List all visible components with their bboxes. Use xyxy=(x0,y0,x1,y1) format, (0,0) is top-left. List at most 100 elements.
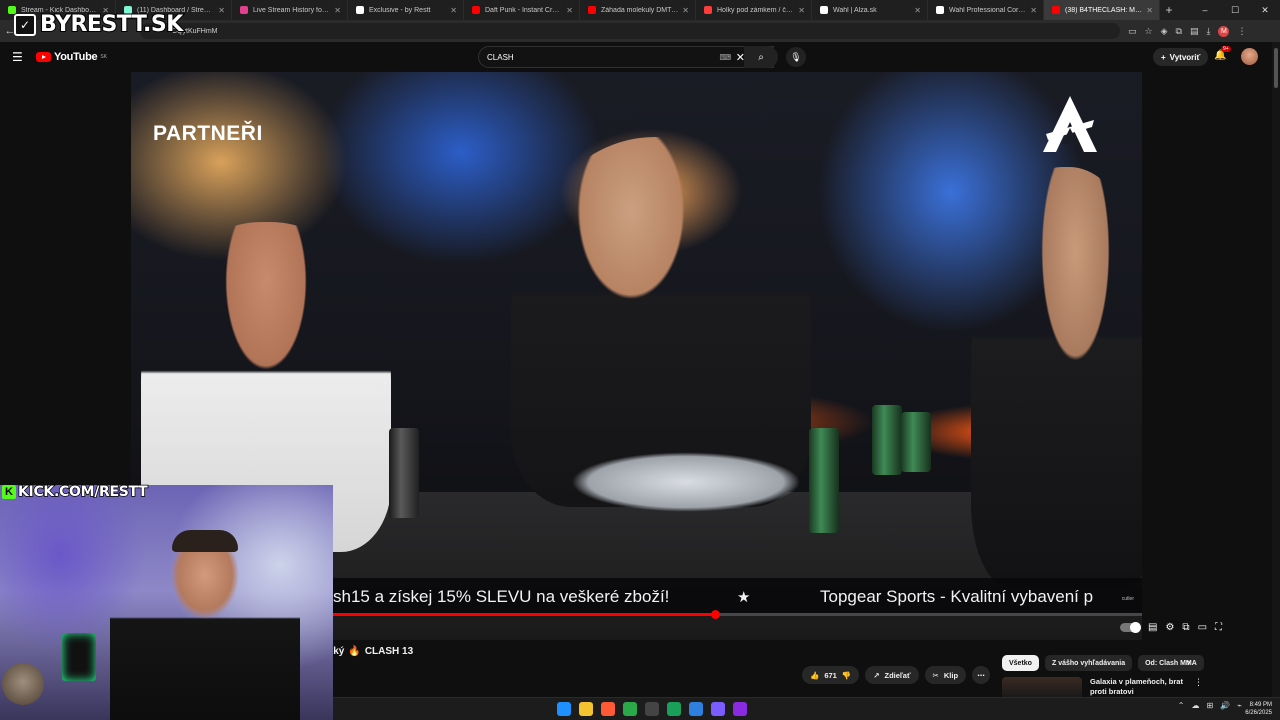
notifications-button[interactable]: 🔔 9+ xyxy=(1214,46,1231,61)
filter-chip[interactable]: Všetko xyxy=(1002,655,1039,671)
screen: Stream - Kick Dashboard ✕ (11) Dashboard /… xyxy=(0,0,1280,720)
taskbar-app-icon[interactable] xyxy=(645,702,659,716)
search-button[interactable]: ⌕ xyxy=(744,46,778,68)
cast-icon[interactable]: ▭ xyxy=(1128,26,1137,37)
youtube-logo[interactable]: YouTube SK xyxy=(36,51,107,63)
volume-icon[interactable]: 🔊 xyxy=(1220,701,1230,710)
tab-favicon-icon xyxy=(356,6,364,14)
maximize-icon[interactable]: ☐ xyxy=(1220,5,1250,16)
url-field[interactable]: CQytKuFHmM xyxy=(140,23,1120,39)
more-vertical-icon[interactable]: ⋮ xyxy=(1194,677,1203,688)
share-label: Zdieľať xyxy=(884,670,911,680)
thumbs-down-icon[interactable]: 👎 xyxy=(842,671,851,680)
browser-tab[interactable]: Holky pod zámkem / část 1 -✕ xyxy=(696,0,812,20)
video-can xyxy=(872,405,902,475)
chevron-right-icon[interactable]: › xyxy=(1187,657,1190,668)
autoplay-toggle[interactable] xyxy=(1120,621,1141,633)
create-button[interactable]: + Vytvoriť xyxy=(1153,48,1209,66)
download-icon[interactable]: ⤓ xyxy=(1206,26,1210,37)
thumbs-up-icon: 👍 xyxy=(810,670,820,680)
account-avatar[interactable] xyxy=(1241,48,1258,65)
browser-tab[interactable]: Daft Punk - Instant Crush (Vid✕ xyxy=(464,0,580,20)
voice-search-button[interactable]: 🎙 xyxy=(786,47,806,67)
tab-title: (38) B4THECLASH: Mavgr xyxy=(1065,6,1143,14)
extensions-puzzle-icon[interactable]: ⧉ xyxy=(1176,26,1182,37)
tab-close-icon[interactable]: ✕ xyxy=(798,6,805,15)
network-icon[interactable]: ⊞ xyxy=(1207,701,1214,710)
tab-title: Holky pod zámkem / část 1 - xyxy=(717,6,795,14)
tab-close-icon[interactable]: ✕ xyxy=(1146,6,1153,15)
window-close-icon[interactable]: ✕ xyxy=(1250,5,1280,16)
tab-close-icon[interactable]: ✕ xyxy=(450,6,457,15)
tab-close-icon[interactable]: ✕ xyxy=(334,6,341,15)
window-controls: – ☐ ✕ xyxy=(1190,0,1280,20)
tab-close-icon[interactable]: ✕ xyxy=(914,6,921,15)
filter-chip[interactable]: Z vášho vyhľadávania xyxy=(1044,655,1133,671)
taskbar-apps xyxy=(557,702,747,716)
taskbar-app-icon[interactable] xyxy=(601,702,615,716)
taskbar-app-icon[interactable] xyxy=(711,702,725,716)
power-icon[interactable]: ⌁ xyxy=(1237,701,1242,710)
tab-close-icon[interactable]: ✕ xyxy=(1030,6,1037,15)
new-tab-button[interactable]: + xyxy=(1160,3,1178,17)
fire-icon: 🔥 xyxy=(348,646,361,657)
video-can xyxy=(809,428,839,533)
bookmark-star-icon[interactable]: ☆ xyxy=(1145,26,1153,37)
recommended-video-thumbnail[interactable] xyxy=(1002,677,1082,697)
tab-favicon-icon xyxy=(820,6,828,14)
miniplayer-icon[interactable]: ⧉ xyxy=(1182,622,1189,633)
browser-tab[interactable]: Exclusive - by Restt ✕ xyxy=(348,0,464,20)
watermark-check-icon: ✓ xyxy=(14,13,36,36)
browser-profile-avatar[interactable]: M xyxy=(1218,25,1230,37)
settings-gear-icon[interactable]: ⚙ xyxy=(1165,622,1174,633)
sidebar-icon[interactable]: ▤ xyxy=(1190,26,1199,37)
theater-mode-icon[interactable]: ▭ xyxy=(1198,622,1207,633)
browser-tab[interactable]: (38) B4THECLASH: Mavgr ✕ xyxy=(1044,0,1160,20)
recommended-video-title[interactable]: Galaxia v plameňoch, brat proti bratovi xyxy=(1090,677,1190,697)
browser-tab[interactable]: Live Stream History for Blerp ✕ xyxy=(232,0,348,20)
minimize-icon[interactable]: – xyxy=(1190,5,1220,15)
browser-tab[interactable]: Záhada molekuly DMT a para ✕ xyxy=(580,0,696,20)
subtitles-icon[interactable]: ▤ xyxy=(1148,622,1157,633)
video-can xyxy=(389,428,419,518)
taskbar-app-icon[interactable] xyxy=(689,702,703,716)
scrollbar-thumb[interactable] xyxy=(1274,48,1278,88)
search-input[interactable]: CLASH ⌨ ✕ xyxy=(478,46,774,68)
tab-title: Záhada molekuly DMT a para xyxy=(601,6,678,14)
search-query: CLASH xyxy=(487,52,514,62)
tab-title: Exclusive - by Restt xyxy=(369,6,431,14)
taskbar-app-icon[interactable] xyxy=(579,702,593,716)
keyboard-icon[interactable]: ⌨ xyxy=(719,53,731,62)
extension-icon[interactable]: ◈ xyxy=(1161,26,1168,37)
taskbar-app-icon[interactable] xyxy=(733,702,747,716)
like-button[interactable]: 👍 671 👎 xyxy=(802,666,860,684)
kick-channel-url: KICK.COM/RESTT xyxy=(17,483,148,501)
taskbar-clock[interactable]: 8:49 PM 6/26/2025 xyxy=(1245,701,1272,717)
taskbar-app-icon[interactable] xyxy=(557,702,571,716)
tray-chevron-icon[interactable]: ⌃ xyxy=(1178,701,1185,710)
fullscreen-icon[interactable]: ⛶ xyxy=(1215,622,1222,633)
clip-button[interactable]: ✂ Klip xyxy=(924,666,967,684)
filter-chip[interactable]: Od: Clash MMA xyxy=(1138,655,1204,671)
tab-close-icon[interactable]: ✕ xyxy=(566,6,573,15)
browser-tab[interactable]: Wahl Professional Cordless D ✕ xyxy=(928,0,1044,20)
system-tray: ⌃ ☁ ⊞ 🔊 ⌁ xyxy=(1178,701,1242,710)
taskbar-app-icon[interactable] xyxy=(623,702,637,716)
like-count: 671 xyxy=(824,670,837,680)
tab-title: Wahl | Alza.sk xyxy=(833,6,877,14)
scissors-icon: ✂ xyxy=(932,670,939,680)
tab-close-icon[interactable]: ✕ xyxy=(682,6,689,15)
more-actions-button[interactable]: ⋯ xyxy=(972,666,991,684)
tab-close-icon[interactable]: ✕ xyxy=(218,6,225,15)
taskbar-app-icon[interactable] xyxy=(667,702,681,716)
watermark-text: BYRESTT.SK xyxy=(39,11,184,38)
cloud-icon[interactable]: ☁ xyxy=(1192,701,1200,710)
browser-tab[interactable]: Wahl | Alza.sk ✕ xyxy=(812,0,928,20)
youtube-play-icon xyxy=(36,52,51,62)
menu-hamburger-icon[interactable]: ☰ xyxy=(12,50,24,64)
scrubber-handle[interactable] xyxy=(711,610,720,619)
page-scrollbar[interactable] xyxy=(1272,42,1280,697)
browser-menu-icon[interactable]: ⋮ xyxy=(1237,26,1246,37)
share-button[interactable]: ↗ Zdieľať xyxy=(865,666,919,684)
browser-toolbar-icons: ▭ ☆ ◈ ⧉ ▤ ⤓ M ⋮ xyxy=(1128,25,1246,37)
